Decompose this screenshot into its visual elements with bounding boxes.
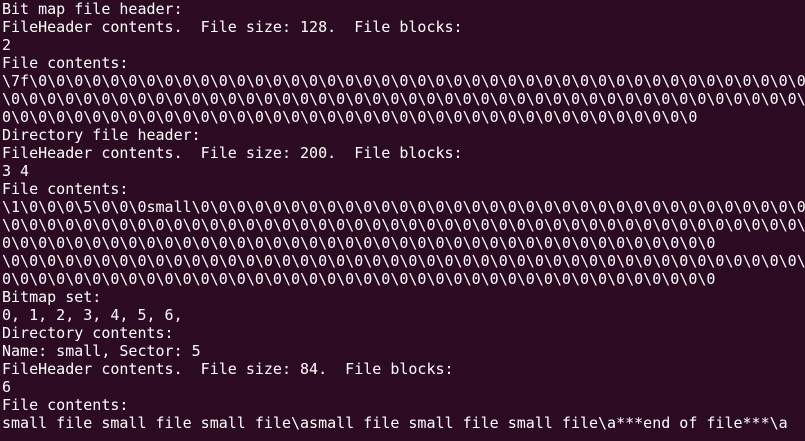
terminal-line: \7f\0\0\0\0\0\0\0\0\0\0\0\0\0\0\0\0\0\0\… <box>2 72 805 90</box>
terminal-line: Bitmap set: <box>2 288 102 306</box>
terminal-line: 0\0\0\0\0\0\0\0\0\0\0\0\0\0\0\0\0\0\0\0\… <box>2 108 698 126</box>
terminal-line: 0\0\0\0\0\0\0\0\0\0\0\0\0\0\0\0\0\0\0\0\… <box>2 234 716 252</box>
terminal-line: FileHeader contents. File size: 84. File… <box>2 360 454 378</box>
terminal-line: File contents: <box>2 396 129 414</box>
terminal-line: \0\0\0\0\0\0\0\0\0\0\0\0\0\0\0\0\0\0\0\0… <box>2 90 805 108</box>
terminal-line: Name: small, Sector: 5 <box>2 342 201 360</box>
terminal-line: FileHeader contents. File size: 200. Fil… <box>2 144 463 162</box>
terminal-line: 6 <box>2 378 12 396</box>
terminal-window[interactable]: Bit map file header: FileHeader contents… <box>0 0 805 441</box>
terminal-line: \0\0\0\0\0\0\0\0\0\0\0\0\0\0\0\0\0\0\0\0… <box>2 216 805 234</box>
terminal-line: File contents: <box>2 54 129 72</box>
terminal-line: Bit map file header: <box>2 0 183 18</box>
terminal-line: 3 4 <box>2 162 30 180</box>
terminal-line: Directory contents: <box>2 324 174 342</box>
terminal-line: 0\0\0\0\0\0\0\0\0\0\0\0\0\0\0\0\0\0\0\0\… <box>2 270 716 288</box>
terminal-line: Directory file header: <box>2 126 201 144</box>
terminal-line: \1\0\0\0\5\0\0\0small\0\0\0\0\0\0\0\0\0\… <box>2 198 805 216</box>
terminal-line: \0\0\0\0\0\0\0\0\0\0\0\0\0\0\0\0\0\0\0\0… <box>2 252 805 270</box>
terminal-line: FileHeader contents. File size: 128. Fil… <box>2 18 463 36</box>
terminal-line: 0, 1, 2, 3, 4, 5, 6, <box>2 306 183 324</box>
terminal-line: 2 <box>2 36 12 54</box>
terminal-line: small file small file small file\asmall … <box>2 414 788 432</box>
terminal-line: File contents: <box>2 180 129 198</box>
